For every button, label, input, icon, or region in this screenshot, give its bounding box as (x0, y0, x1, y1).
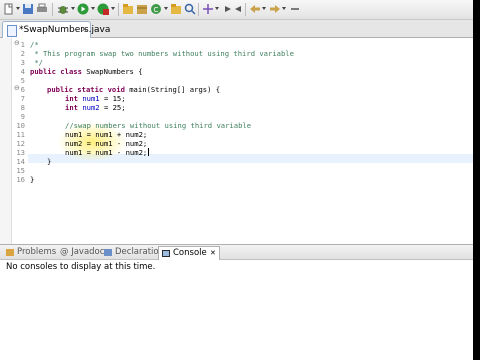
code-token: = 25; (99, 103, 126, 112)
chevron-down-icon[interactable] (262, 7, 266, 10)
console-icon (162, 250, 170, 257)
line-number: 9 (20, 112, 25, 121)
code-line: * This program swap two numbers without … (30, 49, 294, 58)
back-icon[interactable] (249, 3, 261, 15)
tab-label: @ Javadoc (60, 247, 105, 257)
new-java-project-icon[interactable] (122, 3, 134, 15)
keyword-token: public static void (47, 85, 130, 94)
keyword-token: public class (30, 67, 87, 76)
chevron-down-icon[interactable] (111, 7, 115, 10)
line-number: 4 (20, 67, 25, 76)
editor-tab-bar: *SwapNumbers.java ✕ (0, 20, 473, 38)
tab-declaration[interactable]: Declaration (104, 246, 164, 259)
line-number: 13 (16, 148, 25, 157)
toolbar-separator (245, 3, 246, 16)
open-type-icon[interactable] (170, 3, 182, 15)
line-number: 15 (16, 166, 25, 175)
chevron-down-icon[interactable] (16, 7, 20, 10)
chevron-down-icon[interactable] (91, 7, 95, 10)
previous-annotation-icon[interactable] (232, 3, 244, 15)
chevron-down-icon[interactable] (215, 7, 219, 10)
svg-text:C: C (154, 6, 159, 14)
new-file-icon[interactable] (3, 3, 15, 15)
line-number: 14 (16, 157, 25, 166)
toolbar-separator (52, 3, 53, 16)
code-line: */ (30, 58, 43, 67)
bottom-panel: Problems @ Javadoc Declaration Console ✕… (0, 244, 473, 360)
pin-editor-icon[interactable] (289, 3, 301, 15)
code-line: public static void main(String[] args) { (47, 85, 220, 94)
tab-javadoc[interactable]: @ Javadoc (60, 246, 108, 259)
code-editor[interactable]: 1 2 3 4 5 6 7 8 9 10 11 12 13 14 15 16 ⊖… (0, 38, 473, 244)
text-caret (148, 148, 149, 156)
print-icon[interactable] (36, 3, 48, 15)
code-line: num2 = num1 - num2; (65, 139, 148, 148)
eclipse-window: C *SwapNumbers.java ✕ 1 2 3 4 5 6 7 8 9 … (0, 0, 473, 360)
close-icon[interactable]: ✕ (210, 247, 216, 260)
tab-problems[interactable]: Problems (6, 246, 56, 259)
line-number: 11 (16, 130, 25, 139)
problems-icon (6, 249, 14, 256)
variable-token: num2 (82, 103, 100, 112)
code-line: num1 = num1 + num2; (65, 130, 148, 139)
line-number: 7 (20, 94, 25, 103)
code-line: //swap numbers without using third varia… (65, 121, 252, 130)
chevron-down-icon[interactable] (71, 7, 75, 10)
line-number: 3 (20, 58, 25, 67)
search-icon[interactable] (184, 3, 196, 15)
view-tab-bar: Problems @ Javadoc Declaration Console ✕ (0, 245, 473, 260)
line-number: 12 (16, 139, 25, 148)
save-icon[interactable] (22, 3, 34, 15)
code-line: int num2 = 25; (65, 103, 126, 112)
forward-icon[interactable] (269, 3, 281, 15)
toolbar-separator (118, 3, 119, 16)
code-line: num1 = num1 - num2; (65, 148, 148, 157)
line-number: 2 (20, 49, 25, 58)
fold-collapse-icon[interactable]: ⊖ (14, 84, 20, 92)
run-icon[interactable] (77, 3, 89, 15)
close-icon[interactable]: ✕ (81, 22, 88, 38)
fold-collapse-icon[interactable]: ⊖ (14, 39, 20, 47)
code-line: } (47, 157, 52, 166)
editor-tab-swapnumbers[interactable]: *SwapNumbers.java ✕ (2, 21, 110, 38)
chevron-down-icon[interactable] (282, 7, 286, 10)
toggle-breadcrumb-icon[interactable] (202, 3, 214, 15)
line-number: 10 (16, 121, 25, 130)
line-number: 16 (16, 175, 25, 184)
java-file-icon (7, 25, 17, 37)
keyword-token: int (65, 103, 83, 112)
keyword-token: int (65, 94, 83, 103)
tab-label: Declaration (115, 247, 165, 257)
variable-token: num1 (82, 94, 100, 103)
console-message: No consoles to display at this time. (6, 262, 156, 272)
toolbar-separator (198, 3, 199, 16)
editor-tab-label: *SwapNumbers.java (19, 25, 111, 35)
code-token: main(String[] args) { (129, 85, 221, 94)
code-line: } (30, 175, 35, 184)
new-package-icon[interactable] (136, 3, 148, 15)
code-token: = 15; (99, 94, 126, 103)
external-tools-icon[interactable] (97, 3, 109, 15)
new-class-icon[interactable]: C (150, 3, 162, 15)
chevron-down-icon[interactable] (164, 7, 168, 10)
debug-icon[interactable] (57, 3, 69, 15)
code-line: /* (30, 40, 39, 49)
code-line: int num1 = 15; (65, 94, 126, 103)
tab-label: Console (173, 248, 207, 258)
declaration-icon (104, 249, 112, 256)
code-token: SwapNumbers { (86, 67, 143, 76)
tab-console[interactable]: Console ✕ (158, 246, 220, 260)
code-line: public class SwapNumbers { (30, 67, 143, 76)
tab-label: Problems (17, 247, 57, 257)
line-number: 8 (20, 103, 25, 112)
main-toolbar: C (0, 0, 473, 20)
